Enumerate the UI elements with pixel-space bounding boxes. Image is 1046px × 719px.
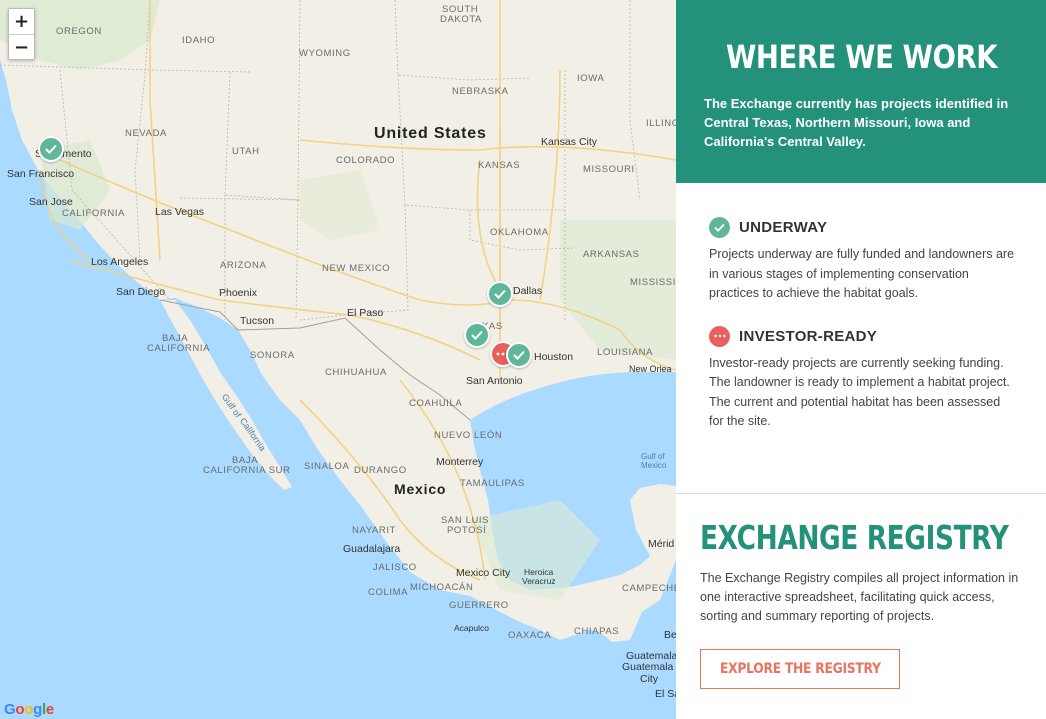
- where-we-work-intro: The Exchange currently has projects iden…: [704, 96, 1009, 149]
- label-nuevo-leon: NUEVO LEÓN: [434, 430, 503, 441]
- label-san-antonio: San Antonio: [466, 375, 523, 387]
- check-icon: [494, 289, 506, 299]
- label-los-angeles: Los Angeles: [91, 256, 149, 268]
- project-map[interactable]: SOUTH DAKOTA OREGON IDAHO WYOMING NEBRAS…: [0, 0, 676, 719]
- label-dallas: Dallas: [513, 285, 543, 297]
- label-jalisco: JALISCO: [373, 562, 417, 573]
- label-durango: DURANGO: [354, 465, 407, 476]
- label-nevada: NEVADA: [125, 128, 167, 139]
- label-new-mexico: NEW MEXICO: [322, 263, 391, 274]
- label-mexico: Mexico: [394, 481, 447, 497]
- check-icon: [471, 330, 483, 340]
- marker-underway-central-texas[interactable]: [464, 322, 490, 348]
- label-wyoming: WYOMING: [299, 48, 351, 59]
- legend-item-investor-ready: INVESTOR-READY Investor-ready projects a…: [709, 325, 1016, 432]
- label-mexico-city: Mexico City: [456, 567, 511, 579]
- label-oaxaca: OAXACA: [508, 630, 552, 641]
- exchange-registry-section: EXCHANGE REGISTRY The Exchange Registry …: [700, 518, 1030, 689]
- label-campeche: CAMPECHE: [622, 583, 676, 594]
- legend-item-underway: UNDERWAY Projects underway are fully fun…: [709, 217, 1016, 304]
- label-san-diego: San Diego: [116, 286, 166, 298]
- label-louisiana: LOUISIANA: [597, 347, 654, 358]
- info-panel: WHERE WE WORK The Exchange currently has…: [676, 0, 1046, 719]
- label-merida: Mérid: [648, 538, 675, 550]
- label-el-paso: El Paso: [347, 307, 384, 319]
- marker-underway-sacramento[interactable]: [38, 136, 64, 162]
- legend-investor-ready-title: INVESTOR-READY: [739, 327, 878, 345]
- check-icon: [45, 144, 57, 154]
- label-guatemala-city: Guatemala: [622, 661, 674, 673]
- label-coahuila: COAHUILA: [409, 398, 463, 409]
- marker-underway-dallas[interactable]: [487, 281, 513, 307]
- label-kansas: KANSAS: [478, 160, 521, 171]
- legend-underway-description: Projects underway are fully funded and l…: [709, 247, 1015, 300]
- where-we-work-heading: WHERE WE WORK: [725, 38, 998, 76]
- section-divider: [676, 493, 1046, 494]
- label-guadalajara: Guadalajara: [343, 543, 401, 555]
- label-san-francisco: San Francisco: [7, 168, 75, 180]
- where-we-work-section: WHERE WE WORK The Exchange currently has…: [676, 0, 1046, 183]
- label-new-orleans: New Orlea: [629, 364, 672, 374]
- label-idaho: IDAHO: [182, 35, 216, 46]
- label-arkansas: ARKANSAS: [583, 249, 640, 260]
- label-san-jose: San Jose: [29, 196, 73, 208]
- label-baja-california-sur-2: CALIFORNIA SUR: [203, 465, 291, 476]
- label-sonora: SONORA: [250, 350, 295, 361]
- label-kansas-city: Kansas City: [541, 136, 598, 148]
- label-utah: UTAH: [232, 146, 260, 157]
- map-base: [0, 0, 676, 642]
- label-united-states: United States: [374, 125, 487, 142]
- marker-underway-houston[interactable]: [506, 342, 532, 368]
- label-oklahoma: OKLAHOMA: [490, 227, 549, 238]
- legend-underway-title: UNDERWAY: [739, 219, 828, 236]
- google-logo[interactable]: Google: [4, 701, 54, 718]
- label-san-luis-potosi-2: POTOSÍ: [447, 525, 487, 536]
- underway-check-icon: [709, 217, 730, 238]
- zoom-in-button[interactable]: +: [9, 9, 34, 34]
- label-el-salvador: El Sa: [655, 688, 676, 700]
- label-monterrey: Monterrey: [436, 456, 484, 468]
- label-nayarit: NAYARIT: [352, 525, 396, 536]
- label-illinois: ILLINOIS: [646, 118, 676, 129]
- label-missouri: MISSOURI: [583, 164, 635, 175]
- zoom-controls: + −: [8, 8, 35, 60]
- label-michoacan: MICHOACÁN: [410, 582, 474, 593]
- label-tamaulipas: TAMAULIPAS: [460, 478, 525, 489]
- label-gulf-of-mexico-2: Mexico: [641, 461, 667, 470]
- label-guatemala-city-2: City: [640, 673, 659, 685]
- label-nebraska: NEBRASKA: [452, 86, 509, 97]
- label-belize: Be: [664, 629, 676, 641]
- label-chiapas: CHIAPAS: [574, 626, 620, 637]
- label-houston: Houston: [534, 351, 574, 363]
- legend-investor-ready-description: Investor-ready projects are currently se…: [709, 355, 1010, 429]
- label-sinaloa: SINALOA: [304, 461, 350, 472]
- label-mississippi: MISSISSI: [630, 277, 676, 288]
- label-las-vegas: Las Vegas: [155, 206, 205, 218]
- map-legend: UNDERWAY Projects underway are fully fun…: [676, 183, 1046, 432]
- label-guerrero: GUERRERO: [449, 600, 509, 611]
- label-colorado: COLORADO: [336, 155, 396, 166]
- label-south-dakota-2: DAKOTA: [440, 14, 482, 25]
- label-baja-california-2: CALIFORNIA: [147, 343, 211, 354]
- investor-ready-ellipsis-icon: [709, 325, 730, 347]
- label-california: CALIFORNIA: [62, 208, 126, 219]
- label-iowa: IOWA: [577, 73, 605, 84]
- label-veracruz: Veracruz: [522, 576, 556, 586]
- zoom-out-button[interactable]: −: [9, 34, 34, 59]
- label-gulf-of-mexico: Gulf of: [641, 452, 665, 461]
- explore-registry-button[interactable]: EXPLORE THE REGISTRY: [700, 649, 900, 689]
- exchange-registry-description: The Exchange Registry compiles all proje…: [700, 571, 1019, 623]
- label-acapulco: Acapulco: [454, 623, 489, 633]
- check-icon: [513, 350, 525, 360]
- label-arizona: ARIZONA: [220, 260, 267, 271]
- label-colima: COLIMA: [368, 587, 409, 598]
- exchange-registry-heading: EXCHANGE REGISTRY: [700, 518, 1009, 557]
- explore-registry-button-label: EXPLORE THE REGISTRY: [719, 661, 881, 677]
- label-tucson: Tucson: [240, 315, 275, 327]
- label-phoenix: Phoenix: [219, 287, 257, 299]
- label-oregon: OREGON: [56, 26, 102, 37]
- label-chihuahua: CHIHUAHUA: [325, 367, 387, 378]
